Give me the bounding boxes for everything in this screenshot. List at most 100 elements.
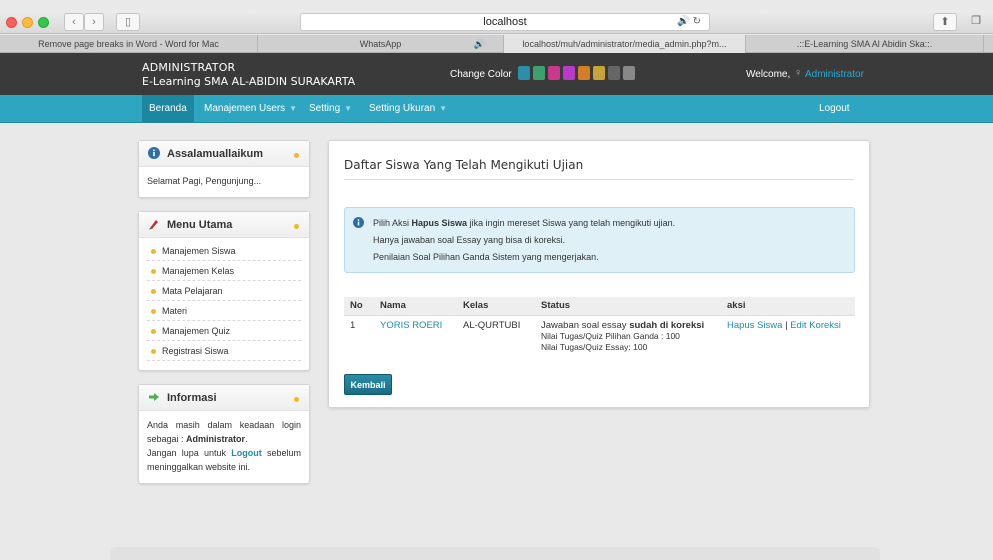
main-panel: Daftar Siswa Yang Telah Mengikuti Ujian … <box>328 140 870 408</box>
hapus-siswa-link[interactable]: Hapus Siswa <box>727 320 782 331</box>
color-swatch[interactable] <box>563 66 575 80</box>
reload-icon[interactable]: ↻ <box>693 16 701 27</box>
bullet-icon <box>151 309 156 315</box>
color-swatch[interactable] <box>578 66 590 80</box>
cell-no: 1 <box>350 319 356 331</box>
information-text: Anda masih dalam keadaan login sebagai :… <box>147 420 301 472</box>
tab-whatsapp[interactable]: WhatsApp 🔊 <box>258 35 504 53</box>
nav-label: Setting Ukuran <box>369 103 436 114</box>
menu-label: Manajemen Siswa <box>162 246 236 256</box>
color-swatch[interactable] <box>608 66 620 80</box>
info-line: Jangan lupa untuk <box>147 448 226 458</box>
col-aksi: aksi <box>721 297 855 316</box>
zoom-window-button[interactable] <box>38 17 49 28</box>
share-icon: ⬆ <box>940 16 950 28</box>
share-button[interactable]: ⬆ <box>933 13 957 31</box>
box-title: Assalamuallaikum <box>167 148 263 160</box>
pencil-icon <box>149 220 158 230</box>
logout-link[interactable]: Logout <box>231 448 262 458</box>
alert-line-3: Penilaian Soal Pilihan Ganda Sistem yang… <box>373 252 599 262</box>
info-icon <box>353 217 364 228</box>
menu-item-manajemen-siswa[interactable]: Manajemen Siswa <box>147 241 301 261</box>
tabs-icon: ❐ <box>971 15 981 27</box>
col-status: Status <box>535 297 721 316</box>
color-swatch[interactable] <box>548 66 560 80</box>
menu-label: Registrasi Siswa <box>162 346 229 356</box>
tab-overview-button[interactable]: ❐ <box>964 13 988 31</box>
speaker-icon[interactable]: 🔊 <box>677 16 689 27</box>
dot-icon <box>294 224 299 229</box>
dot-icon <box>294 153 299 158</box>
close-window-button[interactable] <box>6 17 17 28</box>
student-name-link[interactable]: YORIS ROERI <box>380 320 442 331</box>
arrow-right-icon <box>149 393 159 401</box>
color-swatch[interactable] <box>623 66 635 80</box>
speaker-icon: 🔊 <box>473 39 485 49</box>
back-button[interactable]: Kembali <box>344 374 392 395</box>
alert-line-1: Pilih Aksi Hapus Siswa jika ingin merese… <box>373 218 675 228</box>
nav-home[interactable]: Beranda <box>142 95 194 122</box>
address-bar[interactable]: localhost 🔊 ↻ <box>300 13 710 31</box>
nav-label: Manajemen Users <box>204 103 286 114</box>
nav-setting-ukuran[interactable]: Setting Ukuran ▼ <box>369 95 447 122</box>
menu-item-materi[interactable]: Materi <box>147 301 301 321</box>
alert-line-2: Hanya jawaban soal Essay yang bisa di ko… <box>373 235 566 245</box>
information-box: Informasi Anda masih dalam keadaan login… <box>138 384 310 484</box>
nav-logout[interactable]: Logout <box>819 95 850 122</box>
nav-setting[interactable]: Setting ▼ <box>309 95 352 122</box>
cell-kelas: AL-QURTUBI <box>463 319 521 331</box>
menu-item-manajemen-kelas[interactable]: Manajemen Kelas <box>147 261 301 281</box>
caret-down-icon: ▼ <box>439 104 448 113</box>
menu-item-registrasi-siswa[interactable]: Registrasi Siswa <box>147 341 301 361</box>
page-title: Daftar Siswa Yang Telah Mengikuti Ujian <box>344 158 584 172</box>
color-swatch[interactable] <box>533 66 545 80</box>
col-kelas: Kelas <box>457 297 535 316</box>
separator: | <box>785 319 788 331</box>
student-table: No Nama Kelas Status aksi 1 YORIS ROERI … <box>344 297 855 357</box>
nav-label: Logout <box>819 103 850 114</box>
user-link[interactable]: Administrator <box>805 69 864 80</box>
back-button[interactable]: ‹ <box>64 13 84 31</box>
table-row: 1 YORIS ROERI AL-QURTUBI Jawaban soal es… <box>344 315 855 357</box>
menu-item-manajemen-quiz[interactable]: Manajemen Quiz <box>147 321 301 341</box>
tab-localhost[interactable]: localhost/muh/administrator/media_admin.… <box>504 35 746 53</box>
divider <box>344 179 854 180</box>
nav-users[interactable]: Manajemen Users ▼ <box>204 95 297 122</box>
browser-toolbar: ‹ › ▯ localhost 🔊 ↻ ⬆ ❐ <box>0 10 993 34</box>
edit-koreksi-link[interactable]: Edit Koreksi <box>790 320 841 331</box>
menu-label: Manajemen Kelas <box>162 266 235 276</box>
col-no: No <box>344 297 374 316</box>
bullet-icon <box>151 349 156 355</box>
dot-icon <box>294 397 299 402</box>
forward-button[interactable]: › <box>84 13 104 31</box>
info-user: Administrator <box>186 434 246 444</box>
tab-label: .::E-Learning SMA Al Abidin Ska::. <box>796 39 933 49</box>
cell-aksi: Hapus Siswa | Edit Koreksi <box>721 315 855 357</box>
sidebar-toggle-button[interactable]: ▯ <box>116 13 140 31</box>
greeting-text: Selamat Pagi, Pengunjung... <box>147 176 262 186</box>
bullet-icon <box>151 329 156 335</box>
tab-word[interactable]: Remove page breaks in Word - Word for Ma… <box>0 35 258 53</box>
tab-elearning[interactable]: .::E-Learning SMA Al Abidin Ska::. <box>746 35 984 53</box>
score-pg: Nilai Tugas/Quiz Pilihan Ganda : 100 <box>541 330 680 341</box>
site-header: ADMINISTRATOR E-Learning SMA AL-ABIDIN S… <box>0 53 993 95</box>
bullet-icon <box>151 289 156 295</box>
color-swatch[interactable] <box>518 66 530 80</box>
bullet-icon <box>151 249 156 255</box>
color-swatch[interactable] <box>593 66 605 80</box>
header-role: ADMINISTRATOR <box>142 61 236 74</box>
box-title: Informasi <box>167 392 217 404</box>
menu-label: Manajemen Quiz <box>162 326 231 336</box>
chevron-left-icon: ‹ <box>72 16 76 28</box>
info-icon <box>148 147 160 159</box>
footer <box>110 547 880 560</box>
change-color-label: Change Color <box>450 69 512 80</box>
browser-tab-bar: Remove page breaks in Word - Word for Ma… <box>0 35 993 53</box>
status-bold: sudah di koreksi <box>629 319 705 331</box>
header-site-name: E-Learning SMA AL-ABIDIN SURAKARTA <box>142 75 356 88</box>
caret-down-icon: ▼ <box>344 104 353 113</box>
minimize-window-button[interactable] <box>22 17 33 28</box>
menu-item-mata-pelajaran[interactable]: Mata Pelajaran <box>147 281 301 301</box>
tab-label: WhatsApp <box>359 39 402 49</box>
alert-text: Pilih Aksi <box>373 218 410 228</box>
